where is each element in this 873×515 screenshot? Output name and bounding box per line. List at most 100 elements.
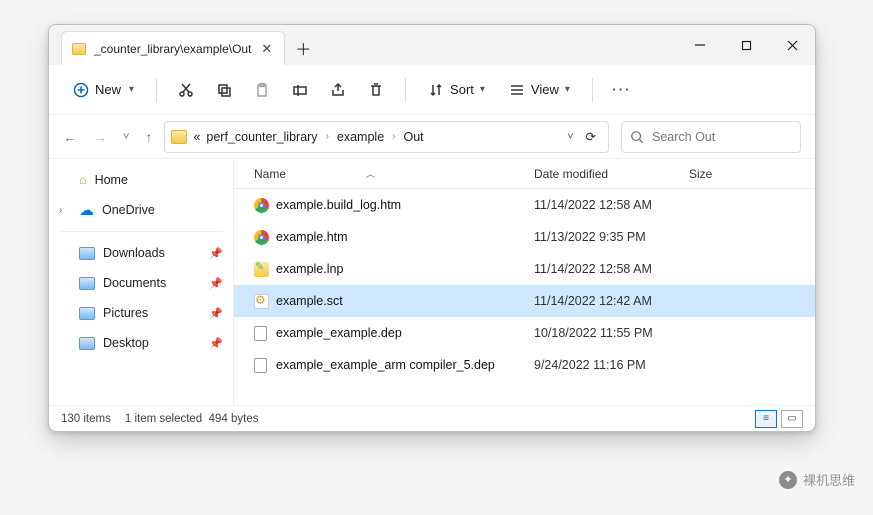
sidebar-item-label: Home <box>95 173 128 187</box>
status-selection: 1 item selected 494 bytes <box>125 413 259 425</box>
pin-icon: 📌 <box>209 307 223 320</box>
search-input[interactable]: Search Out <box>621 121 801 153</box>
view-button-label: View <box>531 82 559 97</box>
chevron-down-icon: ▾ <box>129 84 134 95</box>
more-button[interactable]: ··· <box>605 73 639 107</box>
column-header-name[interactable]: Name ︿ <box>254 167 534 181</box>
sidebar-item-desktop[interactable]: Desktop📌 <box>49 328 233 358</box>
file-name: example.lnp <box>276 262 534 276</box>
separator <box>156 78 157 102</box>
minimize-button[interactable] <box>677 25 723 65</box>
file-list[interactable]: example.build_log.htm11/14/2022 12:58 AM… <box>234 189 815 405</box>
folder-icon <box>79 277 95 290</box>
column-label: Size <box>689 167 712 181</box>
pin-icon: 📌 <box>209 337 223 350</box>
cut-button[interactable] <box>169 73 203 107</box>
back-button[interactable]: ← <box>63 129 77 145</box>
sidebar-item-label: OneDrive <box>102 203 155 217</box>
tab-title: _counter_library\example\Out <box>94 42 251 56</box>
file-date: 10/18/2022 11:55 PM <box>534 326 689 340</box>
file-name: example.sct <box>276 294 534 308</box>
sidebar-item-label: Documents <box>103 276 166 290</box>
tab-active[interactable]: _counter_library\example\Out ✕ <box>61 31 285 65</box>
address-row: ← → ˅ ↑ « perf_counter_library › example… <box>49 115 815 159</box>
column-header-date[interactable]: Date modified <box>534 167 689 181</box>
titlebar: _counter_library\example\Out ✕ ＋ <box>49 25 815 65</box>
sidebar-item-pictures[interactable]: Pictures 📌 <box>49 298 233 328</box>
chevron-down-icon[interactable]: ˅ <box>123 131 129 143</box>
folder-icon <box>79 337 95 350</box>
breadcrumb-item[interactable]: example <box>337 130 384 144</box>
keil-icon <box>254 262 269 277</box>
tab-close-icon[interactable]: ✕ <box>259 41 274 57</box>
command-bar: New ▾ Sort ▾ View ▾ ··· <box>49 65 815 115</box>
share-button[interactable] <box>321 73 355 107</box>
file-row[interactable]: example_example.dep10/18/2022 11:55 PM <box>234 317 815 349</box>
folder-icon <box>171 130 187 144</box>
content-pane: Name ︿ Date modified Size example.build_… <box>234 159 815 405</box>
file-row[interactable]: example_example_arm compiler_5.dep9/24/2… <box>234 349 815 381</box>
thumbnails-view-button[interactable]: ▭ <box>781 410 803 428</box>
column-label: Date modified <box>534 167 608 181</box>
file-icon <box>254 358 267 373</box>
sidebar-item-onedrive[interactable]: › ☁ OneDrive <box>49 195 233 225</box>
forward-button[interactable]: → <box>93 129 107 145</box>
breadcrumb-overflow[interactable]: « <box>193 130 200 144</box>
watermark-text: 裸机思维 <box>803 470 855 489</box>
file-name: example.htm <box>276 230 534 244</box>
new-button[interactable]: New ▾ <box>63 73 144 107</box>
close-button[interactable] <box>769 25 815 65</box>
paste-button[interactable] <box>245 73 279 107</box>
sort-button[interactable]: Sort ▾ <box>418 73 495 107</box>
file-row[interactable]: example.htm11/13/2022 9:35 PM <box>234 221 815 253</box>
column-headers: Name ︿ Date modified Size <box>234 159 815 189</box>
separator <box>592 78 593 102</box>
chevron-down-icon[interactable]: ˅ <box>567 131 573 143</box>
rename-button[interactable] <box>283 73 317 107</box>
file-date: 11/14/2022 12:42 AM <box>534 294 689 308</box>
file-row[interactable]: example.lnp11/14/2022 12:58 AM <box>234 253 815 285</box>
chevron-right-icon[interactable]: › <box>390 131 397 142</box>
file-name: example_example_arm compiler_5.dep <box>276 358 534 372</box>
sidebar-item-downloads[interactable]: Downloads📌 <box>49 238 233 268</box>
copy-button[interactable] <box>207 73 241 107</box>
details-view-button[interactable]: ≡ <box>755 410 777 428</box>
file-icon <box>254 326 267 341</box>
sidebar-item-label: Pictures <box>103 306 148 320</box>
file-row[interactable]: example.build_log.htm11/14/2022 12:58 AM <box>234 189 815 221</box>
file-name: example.build_log.htm <box>276 198 534 212</box>
body: ⌂ Home › ☁ OneDrive Downloads📌 Documents 📌… <box>49 159 815 405</box>
scatter-file-icon <box>254 294 269 309</box>
chevron-down-icon: ▾ <box>480 84 485 95</box>
breadcrumb-item[interactable]: perf_counter_library <box>206 130 317 144</box>
home-icon: ⌂ <box>79 173 87 187</box>
view-button[interactable]: View ▾ <box>499 73 580 107</box>
search-icon <box>630 130 644 144</box>
maximize-button[interactable] <box>723 25 769 65</box>
sidebar-item-home[interactable]: ⌂ Home <box>49 165 233 195</box>
column-label: Name <box>254 167 286 181</box>
refresh-button[interactable]: ⟳ <box>580 129 602 144</box>
separator <box>405 78 406 102</box>
nav-arrows: ← → ˅ ↑ <box>63 129 152 145</box>
expand-icon[interactable]: › <box>59 205 71 216</box>
status-item-count: 130 items <box>61 413 111 425</box>
folder-icon <box>79 307 95 320</box>
file-row[interactable]: example.sct11/14/2022 12:42 AM <box>234 285 815 317</box>
wechat-icon: ✦ <box>779 471 797 489</box>
column-header-size[interactable]: Size <box>689 167 815 181</box>
chevron-right-icon[interactable]: › <box>324 131 331 142</box>
sidebar-item-documents[interactable]: Documents 📌 <box>49 268 233 298</box>
sort-asc-icon: ︿ <box>366 167 375 180</box>
status-bar: 130 items 1 item selected 494 bytes ≡ ▭ <box>49 405 815 431</box>
new-tab-button[interactable]: ＋ <box>285 31 321 65</box>
up-button[interactable]: ↑ <box>145 129 152 145</box>
breadcrumb-item[interactable]: Out <box>404 130 424 144</box>
address-bar[interactable]: « perf_counter_library › example › Out ˅… <box>164 121 609 153</box>
sort-button-label: Sort <box>450 82 474 97</box>
file-name: example_example.dep <box>276 326 534 340</box>
pin-icon: 📌 <box>209 277 223 290</box>
delete-button[interactable] <box>359 73 393 107</box>
file-date: 9/24/2022 11:16 PM <box>534 358 689 372</box>
chevron-down-icon: ▾ <box>565 84 570 95</box>
